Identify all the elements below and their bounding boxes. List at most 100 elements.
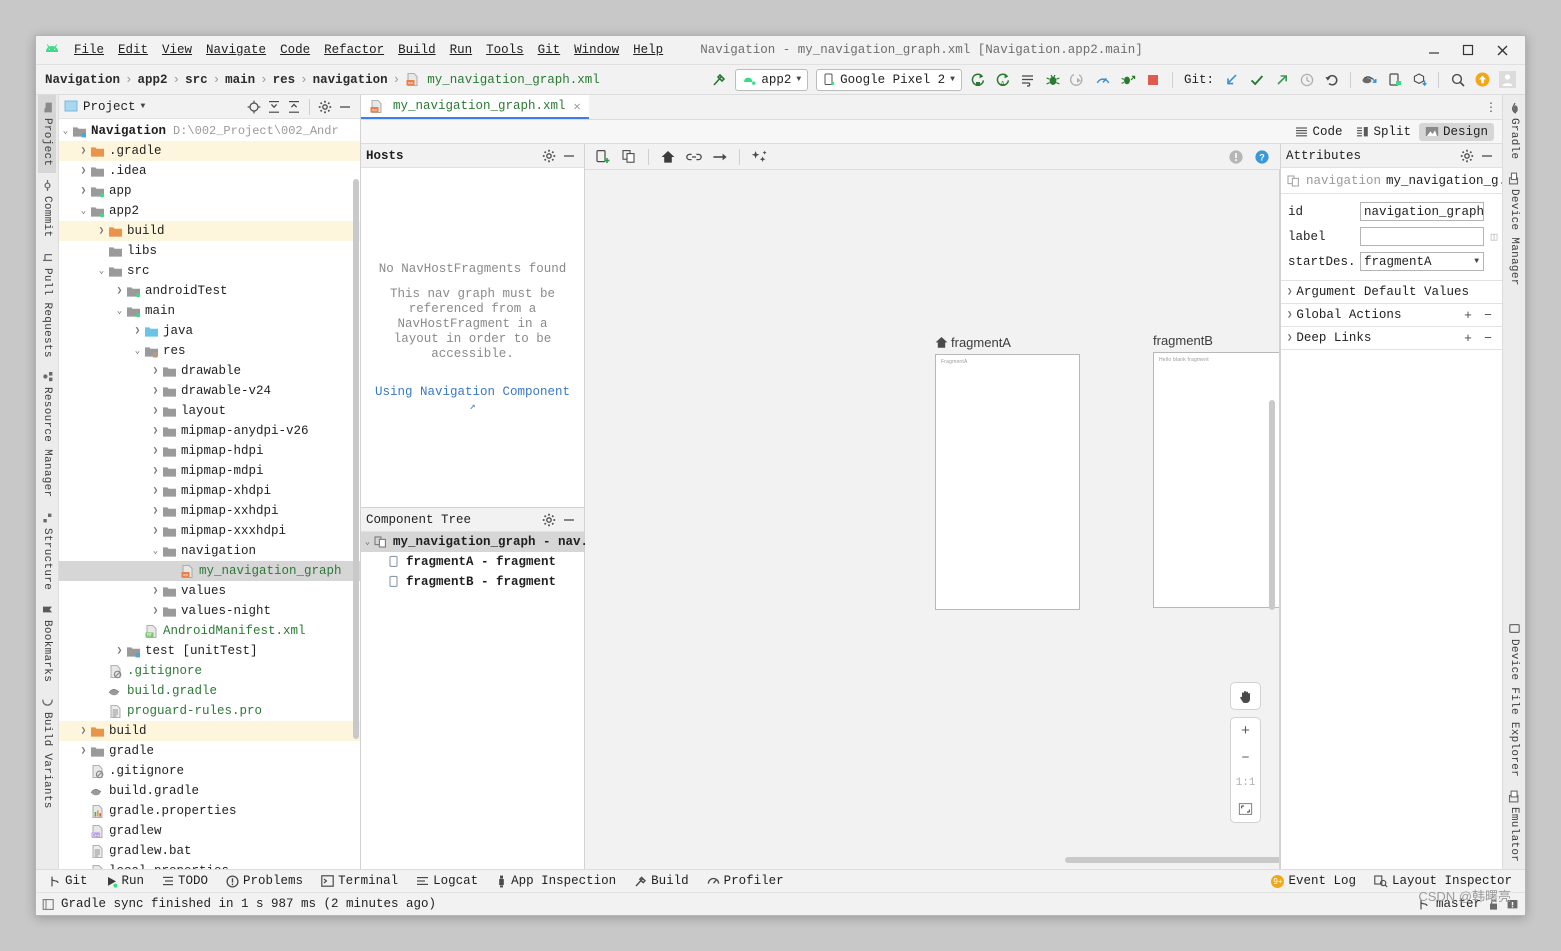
chevron-right-icon[interactable]: ❯	[77, 186, 90, 196]
destination-fragmentB[interactable]: fragmentB Hello blank fragment	[1153, 333, 1279, 608]
breadcrumb-src[interactable]: src	[182, 73, 211, 87]
remove-global-action-button[interactable]: −	[1480, 308, 1496, 323]
breadcrumb-navigation[interactable]: Navigation	[42, 73, 123, 87]
profiler-icon[interactable]	[1092, 68, 1115, 91]
tree-row-proguard-rules-pro[interactable]: proguard-rules.pro	[59, 701, 360, 721]
search-icon[interactable]	[1446, 68, 1469, 91]
project-tree[interactable]: ⌄ Navigation D:\002_Project\002_Andr ❯ .g…	[59, 119, 360, 869]
tool-window-problems[interactable]: Problems	[217, 874, 312, 888]
attribute-combo-start-destination[interactable]: fragmentA ▼	[1360, 252, 1484, 271]
menu-refactor[interactable]: Refactor	[317, 41, 391, 59]
sidebar-item-resource-manager[interactable]: Resource Manager	[38, 364, 56, 504]
resource-picker-icon[interactable]: ◫	[1490, 230, 1498, 244]
chevron-right-icon[interactable]: ❯	[149, 506, 162, 516]
tool-window-event-log[interactable]: 9+ Event Log	[1262, 874, 1365, 888]
menu-view[interactable]: View	[155, 41, 199, 59]
breadcrumb-navigation-folder[interactable]: navigation	[310, 73, 391, 87]
tree-row-mipmap-mdpi[interactable]: ❯ mipmap-mdpi	[59, 461, 360, 481]
destination-preview-fragmentB[interactable]: Hello blank fragment	[1153, 352, 1279, 608]
expand-all-icon[interactable]	[264, 97, 284, 117]
destination-fragmentA[interactable]: fragmentA FragmentA	[935, 335, 1080, 610]
sdk-manager-icon[interactable]	[1358, 68, 1381, 91]
warning-icon[interactable]	[1224, 146, 1248, 168]
tool-window-logcat[interactable]: Logcat	[407, 874, 487, 888]
destination-preview-fragmentA[interactable]: FragmentA	[935, 354, 1080, 610]
attach-debugger-icon[interactable]	[1067, 68, 1090, 91]
tree-row-gradlew[interactable]: C++ gradlew	[59, 821, 360, 841]
zoom-to-fit-button[interactable]	[1230, 796, 1261, 822]
menu-window[interactable]: Window	[567, 41, 626, 59]
git-push-icon[interactable]	[1270, 68, 1293, 91]
using-navigation-component-link[interactable]: Using Navigation Component ↗	[373, 385, 572, 413]
tree-row-drawable[interactable]: ❯ drawable	[59, 361, 360, 381]
run-with-coverage-button[interactable]: A	[992, 68, 1015, 91]
tree-row-res[interactable]: ⌄ res	[59, 341, 360, 361]
chevron-right-icon[interactable]: ❯	[149, 606, 162, 616]
tab-design[interactable]: Design	[1418, 122, 1494, 141]
tree-row-gradlew-bat[interactable]: gradlew.bat	[59, 841, 360, 861]
chevron-right-icon[interactable]: ❯	[77, 746, 90, 756]
git-commit-icon[interactable]	[1245, 68, 1268, 91]
chevron-right-icon[interactable]: ❯	[149, 526, 162, 536]
canvas-vertical-scrollbar[interactable]	[1269, 400, 1275, 610]
actual-size-button[interactable]: 1:1	[1230, 770, 1261, 796]
sidebar-item-pull-requests[interactable]: Pull Requests	[38, 245, 56, 365]
run-button[interactable]	[967, 68, 990, 91]
tree-row-values-night[interactable]: ❯ values-night	[59, 601, 360, 621]
chevron-right-icon[interactable]: ❯	[149, 406, 162, 416]
project-tree-scrollbar[interactable]	[353, 179, 359, 739]
profile-app-icon[interactable]	[1117, 68, 1140, 91]
breadcrumb-res[interactable]: res	[270, 73, 299, 87]
git-history-icon[interactable]	[1295, 68, 1318, 91]
menu-code[interactable]: Code	[273, 41, 317, 59]
navigation-canvas[interactable]: fragmentA FragmentA fragmentB Hello blan…	[585, 170, 1280, 869]
section-argument-default-values[interactable]: ❯ Argument Default Values	[1281, 281, 1502, 304]
tree-row-navigation[interactable]: ⌄ navigation	[59, 541, 360, 561]
device-selector[interactable]: Google Pixel 2 ▼	[816, 68, 962, 91]
tree-row-build[interactable]: ❯ build	[59, 721, 360, 741]
sidebar-item-gradle[interactable]: Gradle	[1505, 95, 1524, 166]
menu-edit[interactable]: Edit	[111, 41, 155, 59]
nested-graph-icon[interactable]	[617, 146, 641, 168]
remove-deep-link-button[interactable]: −	[1480, 331, 1496, 346]
tree-row--gitignore[interactable]: .gitignore	[59, 661, 360, 681]
tree-row-build[interactable]: ❯ build	[59, 221, 360, 241]
minimize-button[interactable]	[1417, 37, 1451, 63]
sidebar-item-structure[interactable]: Structure	[38, 505, 56, 597]
gear-icon[interactable]	[539, 146, 559, 166]
hide-panel-icon[interactable]	[559, 510, 579, 530]
attribute-input-label[interactable]	[1360, 227, 1484, 246]
chevron-right-icon[interactable]: ❯	[131, 326, 144, 336]
sidebar-item-device-file-explorer[interactable]: Device File Explorer	[1505, 616, 1523, 784]
menu-help[interactable]: Help	[626, 41, 670, 59]
zoom-out-button[interactable]: –	[1230, 744, 1261, 770]
action-arrow-icon[interactable]	[708, 146, 732, 168]
tree-row-local-properties[interactable]: local.properties	[59, 861, 360, 869]
new-destination-icon[interactable]	[591, 146, 615, 168]
apply-changes-icon[interactable]	[1017, 68, 1040, 91]
sidebar-item-device-manager[interactable]: Device Manager	[1505, 166, 1523, 293]
tool-window-run[interactable]: Run	[97, 874, 154, 888]
editor-tab-my-navigation-graph[interactable]: <> my_navigation_graph.xml ✕	[361, 95, 589, 119]
collapse-all-icon[interactable]	[284, 97, 304, 117]
tab-split[interactable]: Split	[1350, 123, 1417, 141]
tool-window-terminal[interactable]: Terminal	[312, 874, 407, 888]
tree-row-main[interactable]: ⌄ main	[59, 301, 360, 321]
stop-button[interactable]	[1142, 68, 1165, 91]
tree-row-libs[interactable]: libs	[59, 241, 360, 261]
tree-row-mipmap-hdpi[interactable]: ❯ mipmap-hdpi	[59, 441, 360, 461]
attribute-input-id[interactable]: navigation_graph	[1360, 202, 1484, 221]
sidebar-item-project[interactable]: Project	[38, 95, 56, 174]
tree-row-java[interactable]: ❯ java	[59, 321, 360, 341]
link-icon[interactable]	[682, 146, 706, 168]
tree-row-drawable-v24[interactable]: ❯ drawable-v24	[59, 381, 360, 401]
editor-options-icon[interactable]: ⋮	[1480, 95, 1502, 119]
start-destination-icon[interactable]	[656, 146, 680, 168]
sidebar-item-build-variants[interactable]: Build Variants	[38, 689, 56, 816]
tool-window-build[interactable]: Build	[625, 874, 698, 888]
gear-icon[interactable]	[1457, 146, 1477, 166]
tree-row--gitignore[interactable]: .gitignore	[59, 761, 360, 781]
tree-row-values[interactable]: ❯ values	[59, 581, 360, 601]
tree-row-root[interactable]: ⌄ Navigation D:\002_Project\002_Andr	[59, 121, 360, 141]
sidebar-item-emulator[interactable]: Emulator	[1505, 784, 1523, 869]
